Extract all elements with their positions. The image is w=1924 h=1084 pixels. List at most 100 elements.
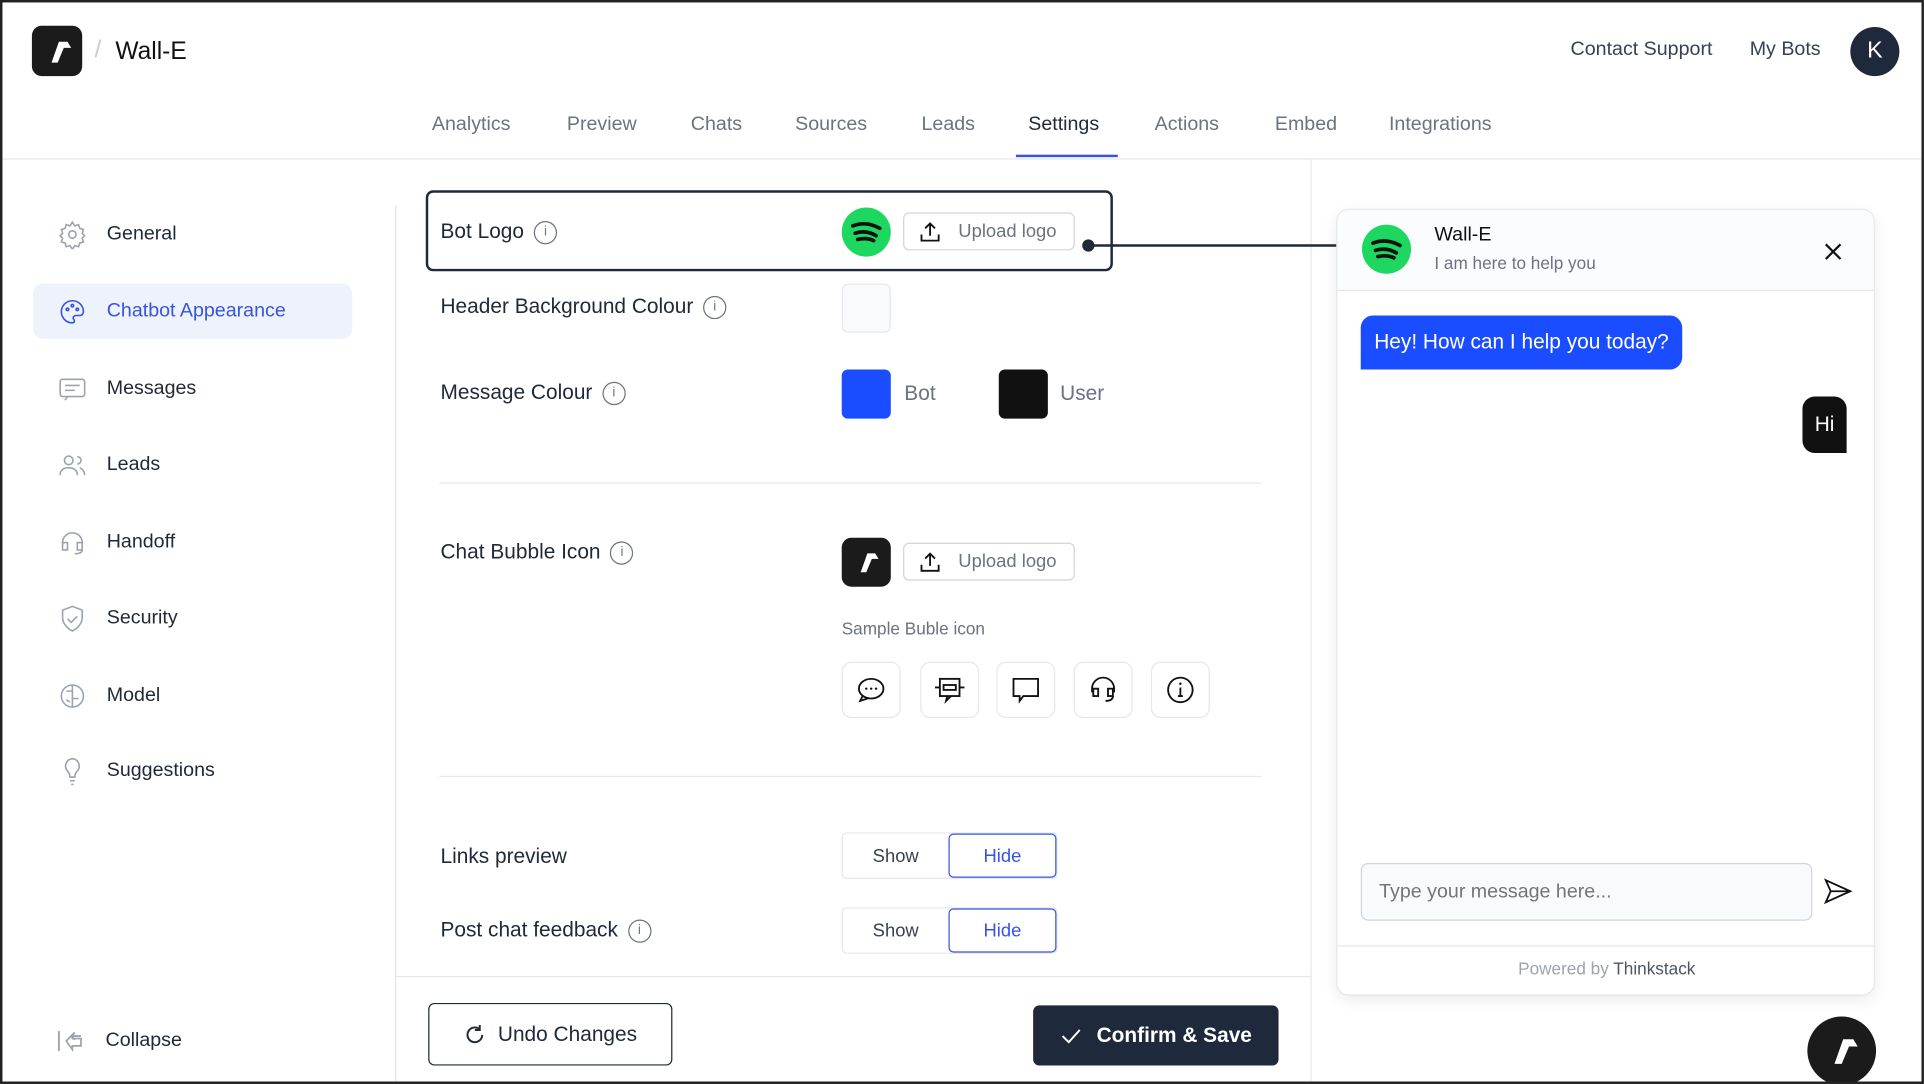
- sidebar-item-handoff[interactable]: Handoff: [33, 514, 352, 569]
- shield-icon: [61, 604, 84, 632]
- undo-icon: [466, 1024, 483, 1043]
- preview-subtitle: I am here to help you: [1434, 252, 1596, 273]
- send-icon[interactable]: [1823, 878, 1853, 905]
- sidebar-item-label: Leads: [106, 453, 161, 475]
- header-divider: [2, 158, 1922, 160]
- spotify-icon: [850, 221, 882, 243]
- my-bots-link[interactable]: My Bots: [1750, 39, 1821, 61]
- header-bg-swatch[interactable]: [841, 283, 891, 333]
- header-bg-label: Header Background Colour i: [440, 295, 727, 320]
- sidebar-item-label: Chatbot Appearance: [106, 300, 286, 322]
- sample-robot-button[interactable]: [920, 661, 980, 719]
- check-icon: [1061, 1028, 1081, 1044]
- bot-colour-swatch[interactable]: [841, 369, 891, 419]
- feedback-show[interactable]: Show: [843, 908, 949, 952]
- links-preview-show[interactable]: Show: [843, 834, 949, 878]
- bot-message-bubble: Hey! How can I help you today?: [1360, 315, 1683, 370]
- sidebar-item-suggestions[interactable]: Suggestions: [33, 743, 352, 798]
- active-tab-indicator: [1015, 154, 1118, 158]
- sample-message-square-button[interactable]: [996, 661, 1056, 719]
- chat-preview-header: Wall-E I am here to help you: [1337, 209, 1874, 291]
- links-preview-hide[interactable]: Hide: [948, 833, 1057, 878]
- sidebar-divider: [395, 205, 397, 1082]
- sample-bubble-label: Sample Buble icon: [841, 618, 985, 639]
- tab-sources[interactable]: Sources: [795, 114, 867, 136]
- sidebar-item-label: Security: [106, 607, 178, 628]
- thinkstack-icon: [1825, 1039, 1858, 1064]
- sidebar-item-label: General: [106, 222, 177, 244]
- info-icon[interactable]: i: [627, 918, 652, 943]
- chat-launcher-button[interactable]: [1807, 1016, 1877, 1082]
- tab-settings[interactable]: Settings: [1028, 114, 1099, 136]
- info-icon[interactable]: i: [602, 381, 626, 405]
- sidebar-item-general[interactable]: General: [33, 206, 352, 261]
- sidebar-item-label: Model: [106, 684, 161, 706]
- sample-info-button[interactable]: [1150, 661, 1210, 719]
- collapse-label: Collapse: [105, 1029, 182, 1051]
- message-square-icon: [1012, 677, 1039, 704]
- connector-arrow: [1082, 236, 1358, 255]
- post-chat-feedback-label: Post chat feedback i: [440, 918, 652, 943]
- close-icon[interactable]: [1823, 242, 1843, 262]
- sidebar-item-label: Suggestions: [106, 759, 215, 781]
- sidebar-item-model[interactable]: Model: [33, 668, 352, 723]
- tab-leads[interactable]: Leads: [921, 114, 974, 136]
- sample-chat-dots-button[interactable]: [841, 661, 901, 719]
- bot-logo-label: Bot Logo i: [440, 220, 558, 245]
- tab-integrations[interactable]: Integrations: [1389, 114, 1492, 136]
- message-input[interactable]: [1360, 863, 1813, 921]
- sidebar-item-leads[interactable]: Leads: [33, 437, 352, 492]
- chat-preview-widget: Wall-E I am here to help you Hey! How ca…: [1336, 208, 1875, 996]
- tab-chats[interactable]: Chats: [691, 114, 742, 136]
- info-icon[interactable]: i: [610, 540, 634, 565]
- collapse-button[interactable]: Collapse: [56, 1028, 182, 1055]
- breadcrumb-separator: /: [94, 36, 102, 64]
- section-divider: [439, 775, 1262, 778]
- preview-divider: [1310, 159, 1312, 1082]
- tab-actions[interactable]: Actions: [1155, 114, 1219, 136]
- gear-icon: [58, 220, 86, 249]
- upload-bubble-icon-button[interactable]: Upload logo: [903, 542, 1075, 581]
- footer-divider: [395, 975, 1311, 978]
- brand-name: Thinkstack: [1613, 958, 1696, 979]
- chat-dots-icon: [857, 677, 885, 703]
- users-icon: [59, 454, 86, 475]
- powered-by: Powered by Thinkstack: [1518, 958, 1696, 979]
- info-icon[interactable]: i: [533, 220, 558, 244]
- message-colour-label: Message Colour i: [440, 381, 626, 406]
- sidebar-item-label: Handoff: [106, 530, 176, 552]
- tab-preview[interactable]: Preview: [567, 114, 637, 136]
- headset-icon: [61, 531, 84, 554]
- user-colour-swatch[interactable]: [998, 369, 1048, 419]
- upload-icon: [920, 551, 940, 572]
- sidebar-item-security[interactable]: Security: [33, 590, 352, 645]
- contact-support-link[interactable]: Contact Support: [1571, 39, 1713, 61]
- info-icon: [1167, 676, 1194, 704]
- user-colour-label: User: [1060, 381, 1105, 406]
- info-icon[interactable]: i: [703, 295, 727, 319]
- thinkstack-logo[interactable]: [31, 25, 83, 77]
- avatar[interactable]: K: [1850, 27, 1900, 77]
- sample-headset-button[interactable]: [1073, 661, 1133, 719]
- lightbulb-icon: [64, 757, 80, 785]
- confirm-save-button[interactable]: Confirm & Save: [1033, 1005, 1279, 1066]
- sidebar-item-chatbot-appearance[interactable]: Chatbot Appearance: [33, 283, 353, 339]
- footer-divider: [1337, 945, 1874, 947]
- upload-bot-logo-button[interactable]: Upload logo: [903, 212, 1075, 251]
- tab-embed[interactable]: Embed: [1275, 114, 1337, 136]
- links-preview-toggle: Show Hide: [841, 832, 1058, 879]
- chat-bubble-label: Chat Bubble Icon i: [440, 540, 634, 565]
- message-icon: [59, 377, 86, 401]
- headset-icon: [1091, 676, 1116, 702]
- bot-name-breadcrumb[interactable]: Wall-E: [115, 38, 186, 66]
- undo-changes-button[interactable]: Undo Changes: [428, 1002, 673, 1066]
- sidebar-item-label: Messages: [106, 377, 197, 399]
- brain-icon: [60, 683, 85, 708]
- preview-bot-name: Wall-E: [1434, 224, 1492, 246]
- sidebar-item-messages[interactable]: Messages: [33, 361, 352, 416]
- palette-icon: [60, 299, 85, 324]
- feedback-hide[interactable]: Hide: [948, 908, 1057, 953]
- links-preview-label: Links preview: [440, 844, 567, 868]
- post-chat-feedback-toggle: Show Hide: [841, 907, 1058, 954]
- tab-analytics[interactable]: Analytics: [432, 114, 511, 136]
